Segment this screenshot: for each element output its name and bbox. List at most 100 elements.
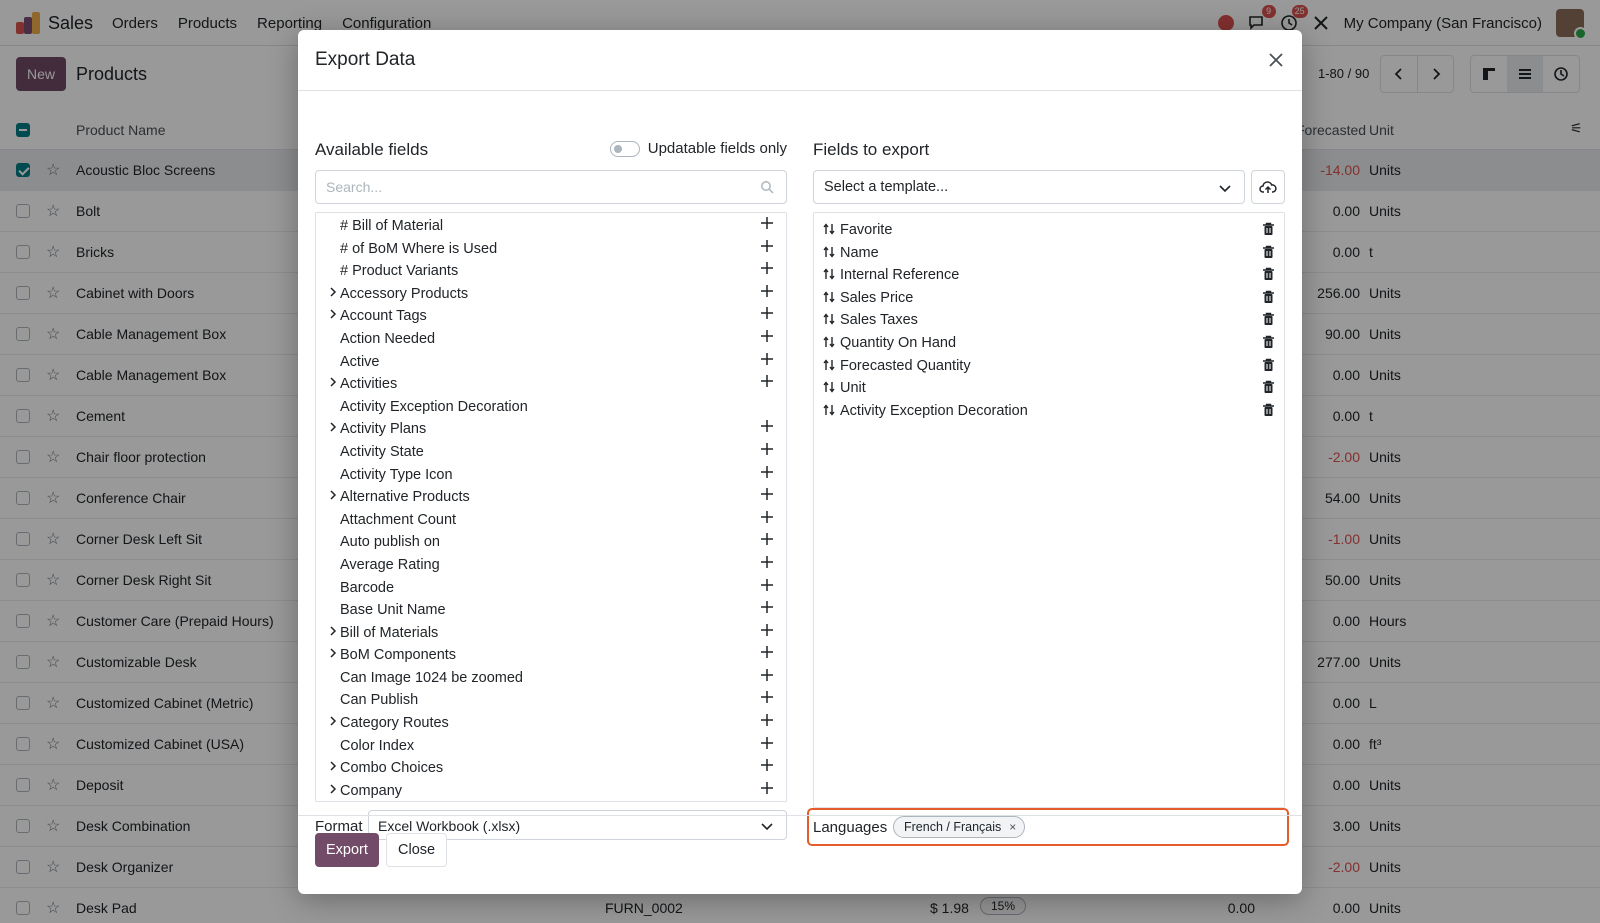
chevron-right-icon[interactable] — [328, 376, 338, 388]
drag-handle-icon[interactable] — [822, 380, 836, 394]
plus-icon[interactable] — [760, 510, 776, 526]
plus-icon[interactable] — [760, 487, 776, 503]
available-field-item[interactable]: Action Needed — [316, 328, 786, 351]
plus-icon[interactable] — [760, 419, 776, 435]
plus-icon[interactable] — [760, 690, 776, 706]
available-field-item[interactable]: Activities — [316, 373, 786, 396]
drag-handle-icon[interactable] — [822, 222, 836, 236]
available-fields-list: # Bill of Material # of BoM Where is Used… — [315, 212, 787, 802]
drag-handle-icon[interactable] — [822, 290, 836, 304]
drag-handle-icon[interactable] — [822, 358, 836, 372]
plus-icon[interactable] — [760, 352, 776, 368]
plus-icon[interactable] — [760, 781, 776, 797]
field-search-input[interactable] — [316, 171, 736, 203]
drag-handle-icon[interactable] — [822, 403, 836, 417]
available-field-item[interactable]: Activity State — [316, 441, 786, 464]
export-field-item[interactable]: Internal Reference — [814, 264, 1284, 287]
trash-icon[interactable] — [1262, 222, 1276, 236]
export-button[interactable]: Export — [315, 833, 379, 867]
export-field-item[interactable]: Sales Price — [814, 287, 1284, 310]
available-field-item[interactable]: Auto publish on — [316, 531, 786, 554]
export-field-item[interactable]: Favorite — [814, 219, 1284, 242]
chevron-right-icon[interactable] — [328, 760, 338, 772]
field-label: Activity Type Icon — [340, 466, 453, 483]
close-button[interactable]: Close — [386, 833, 448, 867]
export-field-item[interactable]: Unit — [814, 377, 1284, 400]
plus-icon[interactable] — [760, 239, 776, 255]
available-field-item[interactable]: Attachment Count — [316, 509, 786, 532]
trash-icon[interactable] — [1262, 290, 1276, 304]
available-field-item[interactable]: Activity Exception Decoration — [316, 396, 786, 419]
close-icon[interactable] — [1264, 48, 1288, 72]
trash-icon[interactable] — [1262, 403, 1276, 417]
available-field-item[interactable]: Color Index — [316, 735, 786, 758]
available-field-item[interactable]: BoM Components — [316, 644, 786, 667]
plus-icon[interactable] — [760, 284, 776, 300]
plus-icon[interactable] — [760, 442, 776, 458]
save-template-button[interactable] — [1251, 170, 1285, 204]
chevron-right-icon[interactable] — [328, 715, 338, 727]
available-field-item[interactable]: # Product Variants — [316, 260, 786, 283]
available-field-item[interactable]: Base Unit Name — [316, 599, 786, 622]
plus-icon[interactable] — [760, 623, 776, 639]
trash-icon[interactable] — [1262, 335, 1276, 349]
plus-icon[interactable] — [760, 578, 776, 594]
chevron-right-icon[interactable] — [328, 421, 338, 433]
available-field-item[interactable]: Combo Choices — [316, 757, 786, 780]
plus-icon[interactable] — [760, 261, 776, 277]
plus-icon[interactable] — [760, 600, 776, 616]
plus-icon[interactable] — [760, 736, 776, 752]
plus-icon[interactable] — [760, 758, 776, 774]
trash-icon[interactable] — [1262, 312, 1276, 326]
available-field-item[interactable]: Can Image 1024 be zoomed — [316, 667, 786, 690]
trash-icon[interactable] — [1262, 358, 1276, 372]
chevron-right-icon[interactable] — [328, 286, 338, 298]
drag-handle-icon[interactable] — [822, 312, 836, 326]
drag-handle-icon[interactable] — [822, 245, 836, 259]
export-field-item[interactable]: Activity Exception Decoration — [814, 400, 1284, 423]
chevron-right-icon[interactable] — [328, 308, 338, 320]
chevron-right-icon[interactable] — [328, 647, 338, 659]
available-field-item[interactable]: Alternative Products — [316, 486, 786, 509]
plus-icon[interactable] — [760, 668, 776, 684]
toggle-switch[interactable] — [609, 140, 640, 157]
plus-icon[interactable] — [760, 374, 776, 390]
available-field-item[interactable]: Activity Type Icon — [316, 464, 786, 487]
chevron-right-icon[interactable] — [328, 489, 338, 501]
template-select[interactable]: Select a template... — [813, 170, 1245, 204]
plus-icon[interactable] — [760, 216, 776, 232]
available-field-item[interactable]: Activity Plans — [316, 418, 786, 441]
plus-icon[interactable] — [760, 645, 776, 661]
available-field-item[interactable]: Can Publish — [316, 689, 786, 712]
chevron-right-icon[interactable] — [328, 625, 338, 637]
plus-icon[interactable] — [760, 532, 776, 548]
plus-icon[interactable] — [760, 555, 776, 571]
available-field-item[interactable]: Barcode — [316, 577, 786, 600]
trash-icon[interactable] — [1262, 245, 1276, 259]
chevron-right-icon[interactable] — [328, 783, 338, 795]
available-field-item[interactable]: Average Rating — [316, 554, 786, 577]
plus-icon[interactable] — [760, 713, 776, 729]
available-field-item[interactable]: # Bill of Material — [316, 215, 786, 238]
plus-icon[interactable] — [760, 465, 776, 481]
export-field-item[interactable]: Name — [814, 242, 1284, 265]
available-field-item[interactable]: # of BoM Where is Used — [316, 238, 786, 261]
export-field-item[interactable]: Sales Taxes — [814, 309, 1284, 332]
export-dialog: Export Data Available fields Updatable f… — [298, 30, 1302, 894]
updatable-fields-toggle[interactable]: Updatable fields only — [609, 140, 787, 157]
drag-handle-icon[interactable] — [822, 267, 836, 281]
available-field-item[interactable]: Category Routes — [316, 712, 786, 735]
available-field-item[interactable]: Accessory Products — [316, 283, 786, 306]
drag-handle-icon[interactable] — [822, 335, 836, 349]
plus-icon[interactable] — [760, 306, 776, 322]
trash-icon[interactable] — [1262, 267, 1276, 281]
export-field-item[interactable]: Forecasted Quantity — [814, 355, 1284, 378]
plus-icon[interactable] — [760, 329, 776, 345]
available-field-item[interactable]: Company — [316, 780, 786, 801]
available-field-item[interactable]: Active — [316, 351, 786, 374]
available-field-item[interactable]: Bill of Materials — [316, 622, 786, 645]
field-search — [315, 170, 787, 204]
export-field-item[interactable]: Quantity On Hand — [814, 332, 1284, 355]
available-field-item[interactable]: Account Tags — [316, 305, 786, 328]
trash-icon[interactable] — [1262, 380, 1276, 394]
